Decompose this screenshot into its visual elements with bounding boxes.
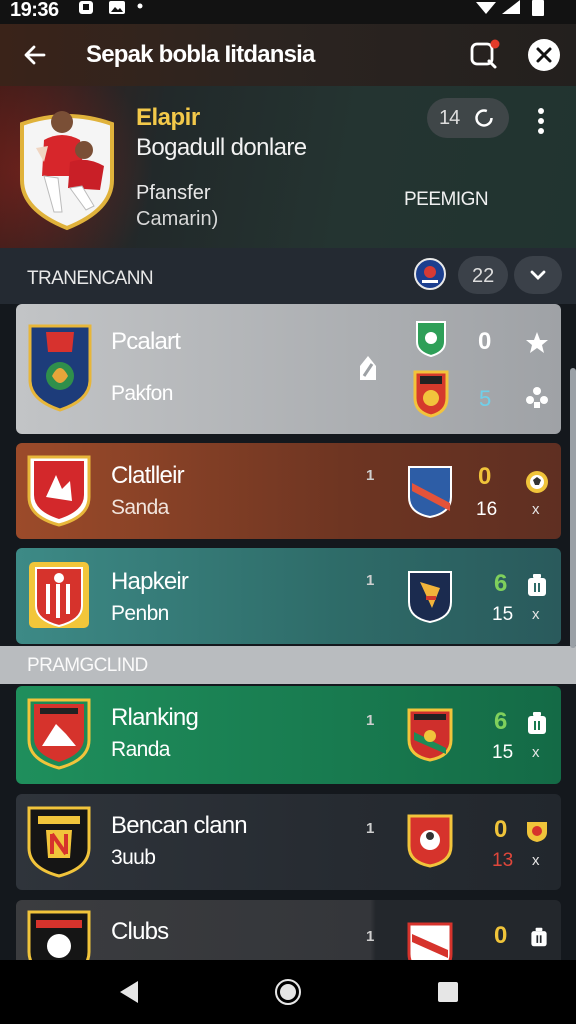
team-crest-icon [28, 324, 92, 412]
match-marker: 1 [366, 820, 375, 837]
section-count: 22 [472, 265, 495, 287]
status-bar: 19:36 [0, 0, 576, 24]
chevron-down-icon [530, 270, 546, 280]
match-card[interactable]: Bencan clann 3uub 1 0 13 x [16, 794, 561, 890]
match-card[interactable]: Clubs 1 0 [16, 900, 561, 960]
team-crest-icon [27, 698, 91, 770]
match-marker: 1 [366, 572, 375, 589]
opponent-crest-icon [408, 466, 452, 519]
match-card[interactable]: Pcalart Pakfon 0 5 [16, 304, 561, 434]
player-count-pill[interactable]: 14 [427, 98, 509, 138]
opponent-crest-icon [416, 321, 446, 358]
opponent-crest-icon [407, 708, 453, 762]
player-team: Camarin) [136, 208, 219, 230]
match-marker: 1 [366, 712, 375, 729]
score-away: 15 [492, 742, 514, 763]
opponent-crest-icon [413, 370, 449, 418]
close-icon[interactable] [528, 39, 560, 71]
players-icon[interactable] [524, 384, 550, 410]
score-away: 15 [492, 604, 514, 625]
dismiss-marker[interactable]: x [532, 606, 540, 623]
team-away-name: 3uub [111, 846, 156, 869]
match-card[interactable]: Clatlleir Sanda 1 0 16 x [16, 443, 561, 539]
player-role: Pfansfer [136, 182, 211, 204]
team-away-name: Randa [111, 738, 170, 761]
player-header: Elapir Bogadull donlare Pfansfer Camarin… [0, 86, 576, 248]
team-home-name: Pcalart [111, 328, 181, 355]
dot-icon [137, 3, 143, 9]
score-home: 0 [478, 463, 492, 490]
notification-icon [79, 1, 93, 14]
team-home-name: Clatlleir [111, 462, 185, 489]
team-crest-icon [27, 806, 91, 878]
app-title: Sepak bobla Iitdansia [86, 41, 315, 68]
nav-home-icon[interactable] [274, 978, 302, 1006]
system-status-icons [476, 0, 544, 16]
app-bar: Sepak bobla Iitdansia [0, 24, 576, 86]
status-time: 19:36 [10, 0, 59, 21]
search-icon[interactable] [468, 38, 502, 72]
team-crest-icon [27, 455, 91, 527]
team-crest-icon [29, 562, 89, 628]
dismiss-marker[interactable]: x [532, 501, 540, 518]
match-marker: 1 [366, 928, 375, 945]
section-count-pill[interactable]: 22 [458, 256, 508, 294]
opponent-crest-icon [407, 814, 453, 868]
team-home-name: Clubs [111, 918, 169, 945]
team-crest-icon [27, 910, 91, 960]
score-home: 6 [494, 708, 508, 735]
score-home: 0 [494, 922, 508, 949]
team-home-name: Rlanking [111, 704, 199, 731]
nav-back-icon[interactable] [116, 978, 142, 1006]
club-badge-icon[interactable] [524, 818, 550, 844]
dismiss-marker[interactable]: x [532, 852, 540, 869]
section-title: TRANENCANN [27, 268, 154, 289]
team-away-name: Penbn [111, 602, 169, 625]
versus-icon [360, 356, 376, 380]
scrollbar[interactable] [570, 368, 576, 648]
score-home: 0 [494, 816, 508, 843]
more-vertical-icon[interactable] [534, 106, 548, 136]
opponent-crest-icon [408, 571, 452, 624]
player-subtitle: Bogadull donlare [136, 134, 307, 161]
expand-button[interactable] [514, 256, 562, 294]
score-away: 13 [492, 850, 514, 871]
score-away: 16 [476, 499, 498, 520]
section-header: PRAMGCLIND [0, 646, 576, 684]
match-marker: 1 [366, 467, 375, 484]
image-icon [109, 1, 125, 14]
player-name: Elapir [136, 104, 200, 131]
trash-icon[interactable] [524, 710, 550, 736]
star-icon[interactable] [524, 330, 550, 356]
score-away: 5 [479, 386, 492, 411]
player-crest-icon [20, 111, 114, 231]
match-card[interactable]: Rlanking Randa 1 6 15 x [16, 686, 561, 784]
score-home: 6 [494, 570, 508, 597]
nav-recents-icon[interactable] [436, 980, 460, 1004]
score-home: 0 [478, 328, 492, 355]
dismiss-marker[interactable]: x [532, 744, 540, 761]
trash-icon[interactable] [524, 572, 550, 598]
system-nav-bar [0, 960, 576, 1024]
section-title: PRAMGCLIND [27, 655, 148, 676]
trash-icon[interactable] [528, 926, 550, 948]
team-home-name: Bencan clann [111, 812, 248, 839]
opponent-crest-icon [407, 922, 453, 960]
refresh-icon [475, 109, 493, 127]
team-away-name: Pakfon [111, 382, 173, 405]
section-header: TRANENCANN 22 [0, 248, 576, 304]
league-badge-icon [414, 258, 446, 290]
ball-icon[interactable] [524, 469, 550, 495]
team-away-name: Sanda [111, 496, 169, 519]
player-league: PEEMIGN [404, 189, 489, 210]
player-count: 14 [439, 107, 460, 129]
team-home-name: Hapkeir [111, 568, 189, 595]
back-arrow-icon[interactable] [20, 40, 50, 70]
match-card[interactable]: Hapkeir Penbn 1 6 15 x [16, 548, 561, 644]
